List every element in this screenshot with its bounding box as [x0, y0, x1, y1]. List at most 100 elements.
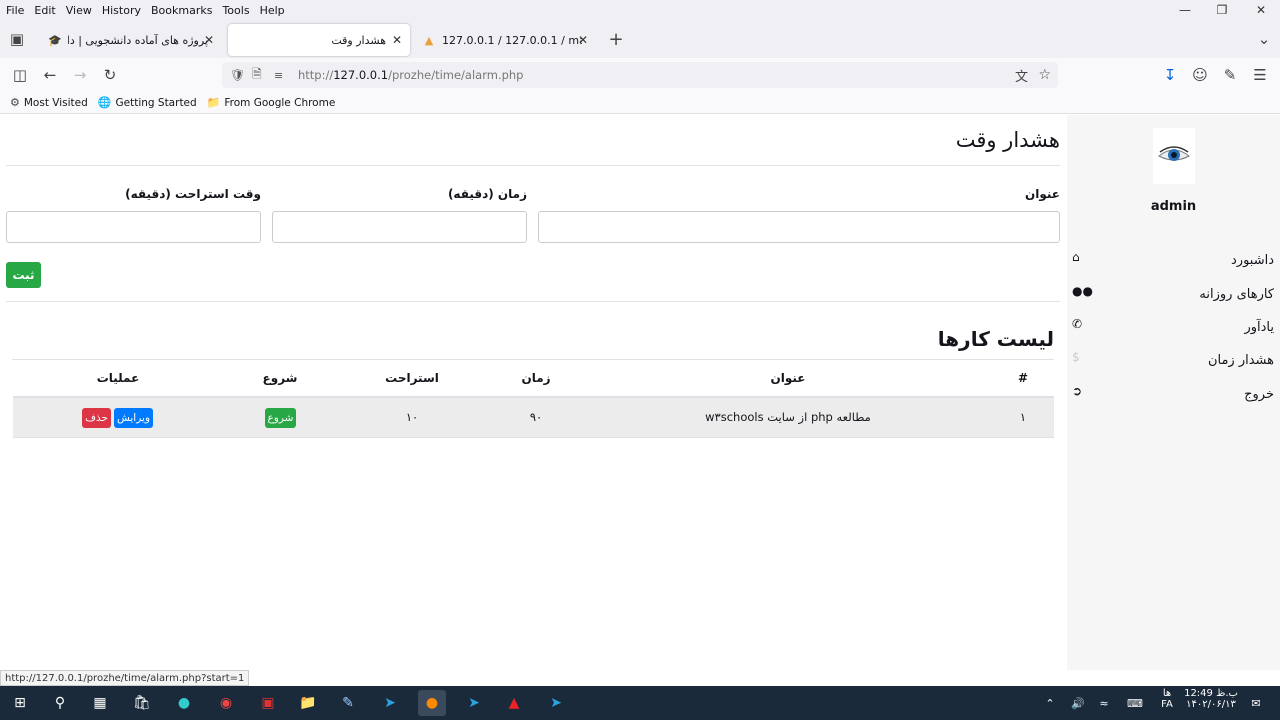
page-title: هشدار وقت [955, 128, 1060, 152]
graduation-cap-icon: 🎓 [48, 33, 62, 47]
tab-phpmyadmin[interactable]: ▲ 127.0.0.1 / 127.0.0.1 / maccesso ✕ [414, 24, 596, 56]
user-name: admin [1150, 199, 1197, 214]
notification-icon[interactable]: ✉ [1244, 686, 1268, 720]
download-icon[interactable]: ↧ [1158, 64, 1182, 86]
telegram-icon[interactable]: ➤ [460, 690, 488, 716]
language-indicator[interactable]: ها FA [1156, 688, 1178, 710]
chrome-icon[interactable]: ◉ [212, 690, 240, 716]
rest-input[interactable] [6, 211, 261, 243]
home-icon: ⌂ [1072, 250, 1080, 264]
col-rest: استراحت [385, 371, 439, 385]
task-view-icon[interactable]: ▦ [86, 690, 114, 716]
search-icon[interactable]: ⚲ [46, 690, 74, 716]
globe-icon: 🌐 [97, 96, 112, 109]
close-window-icon[interactable]: ✕ [1244, 0, 1278, 20]
menu-history[interactable]: History [98, 4, 145, 17]
star-icon[interactable]: ☆ [1038, 67, 1051, 83]
bookmarks-bar: ⚙ Most Visited 🌐 Getting Started 📁 From Goo… [0, 92, 1280, 114]
time-label: زمان (دقیقه) [447, 187, 527, 201]
chevron-up-icon[interactable]: ⌃ [1040, 686, 1060, 720]
bookmark-most-visited[interactable]: ⚙ Most Visited [10, 96, 88, 109]
table-row: ۱ مطالعه php از سایت w۳schools ۹۰ ۱۰ شرو… [13, 398, 1054, 438]
close-icon[interactable]: ✕ [392, 33, 402, 47]
divider [6, 301, 1060, 302]
store-icon[interactable]: 🛍 [128, 690, 156, 716]
keyboard-icon[interactable]: ⌨ [1122, 686, 1148, 720]
menu-icon[interactable]: ☰ [1248, 64, 1272, 86]
main-content: هشدار وقت عنوان زمان (دقیقه) وقت استراحت… [0, 115, 1067, 670]
forward-icon[interactable]: → [68, 64, 92, 86]
edge-icon[interactable]: ● [170, 690, 198, 716]
chevron-down-icon[interactable]: ⌄ [1252, 28, 1276, 50]
shield-icon[interactable]: 🛡 [230, 68, 245, 82]
gear-icon: ⚙ [10, 96, 20, 109]
extensions-icon[interactable]: ✎ [1218, 64, 1242, 86]
sidebar-item-reminder[interactable]: ✆ یادآور [1067, 312, 1280, 346]
table-header: # عنوان زمان استراحت شروع عملیات [13, 360, 1054, 398]
back-icon[interactable]: ← [38, 64, 62, 86]
windows-start-icon[interactable]: ⊞ [6, 690, 34, 716]
close-icon[interactable]: ✕ [578, 33, 588, 47]
account-icon[interactable]: ☺ [1188, 64, 1212, 86]
telegram-icon[interactable]: ➤ [542, 690, 570, 716]
menu-bookmarks[interactable]: Bookmarks [147, 4, 216, 17]
status-url: http://127.0.0.1/prozhe/time/alarm.php?s… [0, 670, 250, 686]
tab-list-icon[interactable]: ▣ [5, 28, 29, 50]
app-icon[interactable]: ▣ [254, 690, 282, 716]
sidebar-item-logout[interactable]: ➲ خروج [1067, 379, 1280, 413]
firefox-icon[interactable]: ● [418, 690, 446, 716]
page-icon[interactable]: 🗎 [252, 65, 262, 86]
bookmark-getting-started[interactable]: 🌐 Getting Started [98, 96, 197, 109]
acrobat-icon[interactable]: ▲ [500, 690, 528, 716]
edit-button[interactable]: ویرایش [114, 408, 153, 428]
file-explorer-icon[interactable]: 📁 [294, 690, 322, 716]
sidebar: admin ⌂ داشبورد ●● کارهای روزانه ✆ یادآو… [1067, 115, 1280, 670]
sign-out-icon: ➲ [1072, 384, 1083, 398]
menu-view[interactable]: View [62, 4, 96, 17]
submit-button[interactable]: ثبت [6, 262, 41, 288]
cell-title: مطالعه php از سایت w۳schools [705, 410, 871, 424]
menu-edit[interactable]: Edit [30, 4, 59, 17]
menu-tools[interactable]: Tools [218, 4, 253, 17]
tab-projects[interactable]: 🎓 پروژه های آماده دانشجویی | دانلو ✕ [40, 24, 222, 56]
clock[interactable]: 12:49 ب.ظ ۱۴۰۲/۰۶/۱۳ [1184, 688, 1238, 710]
rest-label: وقت استراحت (دقیقه) [125, 187, 261, 201]
col-title: عنوان [770, 371, 806, 385]
title-input[interactable] [538, 211, 1060, 243]
menu-help[interactable]: Help [256, 4, 289, 17]
translate-icon[interactable]: 文 [1015, 66, 1028, 85]
new-tab-icon[interactable]: + [604, 28, 628, 50]
notepad-icon[interactable]: ✎ [334, 690, 362, 716]
url-bar[interactable]: 🛡 🗎 ≡ http://127.0.0.1/prozhe/time/alarm… [222, 62, 1058, 88]
permissions-icon[interactable]: ≡ [274, 69, 283, 82]
url-text[interactable]: http://127.0.0.1/prozhe/time/alarm.php [298, 68, 524, 82]
start-button[interactable]: شروع [265, 408, 296, 428]
divider [6, 165, 1060, 166]
title-label: عنوان [1025, 187, 1060, 201]
volume-icon[interactable]: 🔊 [1068, 686, 1088, 720]
sidebar-toggle-icon[interactable]: ◫ [8, 64, 32, 86]
minimize-icon[interactable]: — [1168, 0, 1202, 20]
time-input[interactable] [272, 211, 527, 243]
tab-alarm[interactable]: هشدار وقت ✕ [228, 24, 410, 56]
sidebar-item-daily-tasks[interactable]: ●● کارهای روزانه [1067, 279, 1280, 313]
reload-icon[interactable]: ↻ [98, 64, 122, 86]
close-icon[interactable]: ✕ [204, 33, 214, 47]
nav-toolbar: ◫ ← → ↻ 🛡 🗎 ≡ http://127.0.0.1/prozhe/ti… [0, 58, 1280, 92]
menu-file[interactable]: File [2, 4, 28, 17]
tab-strip: ▣ 🎓 پروژه های آماده دانشجویی | دانلو ✕ ه… [0, 20, 1280, 58]
bookmark-from-chrome[interactable]: 📁 From Google Chrome [207, 96, 336, 109]
folder-icon: 📁 [206, 96, 221, 109]
sidebar-item-time-alarm[interactable]: $ هشدار زمان [1067, 345, 1280, 379]
delete-button[interactable]: حذف [82, 408, 111, 428]
menu-bar: File Edit View History Bookmarks Tools H… [0, 0, 1280, 20]
col-time: زمان [521, 371, 551, 385]
sidebar-item-dashboard[interactable]: ⌂ داشبورد [1067, 245, 1280, 279]
cell-number: ۱ [1019, 410, 1027, 424]
restore-icon[interactable]: ❐ [1205, 0, 1239, 20]
users-icon: ●● [1072, 284, 1093, 298]
list-title: لیست کارها [937, 327, 1054, 351]
col-operations: عملیات [96, 371, 140, 385]
telegram-icon[interactable]: ➤ [376, 690, 404, 716]
wifi-icon[interactable]: ≈ [1094, 686, 1114, 720]
